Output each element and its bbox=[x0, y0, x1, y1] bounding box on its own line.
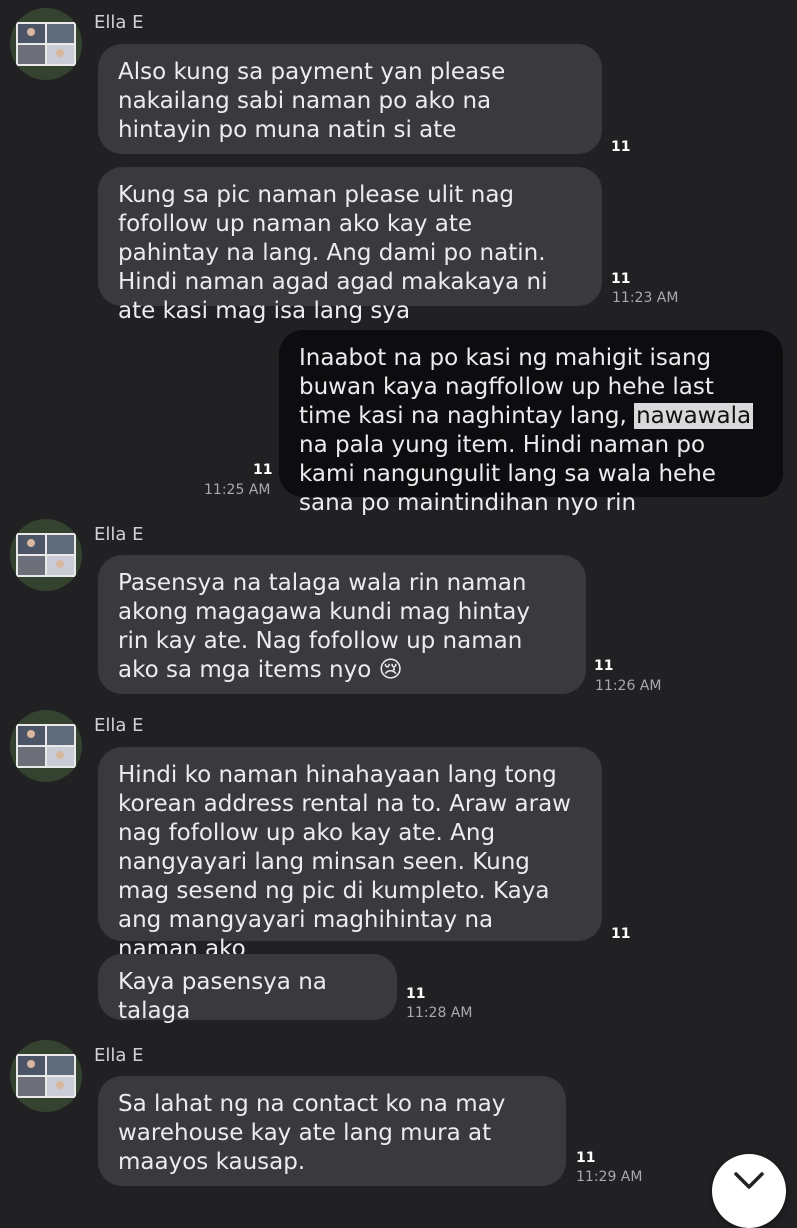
message-text: Hindi ko naman hinahayaan lang tong kore… bbox=[118, 762, 571, 962]
message-bubble[interactable]: Sa lahat ng na contact ko na may warehou… bbox=[98, 1076, 566, 1186]
unread-count: 11 bbox=[406, 986, 426, 1002]
avatar[interactable] bbox=[10, 710, 82, 782]
unread-count: 11 bbox=[253, 462, 273, 478]
unread-count: 11 bbox=[611, 139, 631, 155]
scroll-to-bottom-button[interactable] bbox=[712, 1154, 786, 1228]
profile-photo-icon bbox=[10, 710, 82, 782]
unread-count: 11 bbox=[611, 271, 631, 287]
message-bubble-outgoing[interactable]: Inaabot na po kasi ng mahigit isang buwa… bbox=[279, 330, 783, 516]
message-bubble[interactable]: Also kung sa payment yan please nakailan… bbox=[98, 44, 602, 154]
message-text: na pala yung item. Hindi naman po kami n… bbox=[299, 432, 716, 516]
message-timestamp: 11:25 AM bbox=[204, 482, 271, 498]
sender-name: Ella E bbox=[94, 715, 144, 736]
avatar[interactable] bbox=[10, 8, 82, 80]
message-timestamp: 11:29 AM bbox=[576, 1169, 643, 1185]
profile-photo-icon bbox=[10, 1040, 82, 1112]
highlighted-word: nawawala bbox=[634, 403, 754, 429]
message-text: Also kung sa payment yan please nakailan… bbox=[118, 59, 506, 143]
message-text: Pasensya na talaga wala rin naman akong … bbox=[118, 570, 531, 683]
message-timestamp: 11:28 AM bbox=[406, 1005, 473, 1021]
message-bubble[interactable]: Pasensya na talaga wala rin naman akong … bbox=[98, 555, 586, 694]
unread-count: 11 bbox=[594, 658, 614, 674]
avatar[interactable] bbox=[10, 519, 82, 591]
message-bubble[interactable]: Hindi ko naman hinahayaan lang tong kore… bbox=[98, 747, 602, 962]
message-bubble[interactable]: Kung sa pic naman please ulit nag fofoll… bbox=[98, 167, 602, 324]
chevron-down-icon bbox=[734, 1172, 764, 1189]
unread-count: 11 bbox=[576, 1150, 596, 1166]
message-bubble[interactable]: Kaya pasensya na talaga bbox=[98, 954, 397, 1024]
message-timestamp: 11:23 AM bbox=[612, 290, 679, 306]
crying-face-emoji: 😢 bbox=[378, 657, 403, 683]
sender-name: Ella E bbox=[94, 1045, 144, 1066]
sender-name: Ella E bbox=[94, 12, 144, 33]
profile-photo-icon bbox=[10, 8, 82, 80]
message-text: Kaya pasensya na talaga bbox=[118, 969, 327, 1024]
message-timestamp: 11:26 AM bbox=[595, 678, 662, 694]
avatar[interactable] bbox=[10, 1040, 82, 1112]
unread-count: 11 bbox=[611, 926, 631, 942]
profile-photo-icon bbox=[10, 519, 82, 591]
sender-name: Ella E bbox=[94, 524, 144, 545]
message-text: Sa lahat ng na contact ko na may warehou… bbox=[118, 1091, 506, 1175]
message-text: Kung sa pic naman please ulit nag fofoll… bbox=[118, 182, 548, 324]
